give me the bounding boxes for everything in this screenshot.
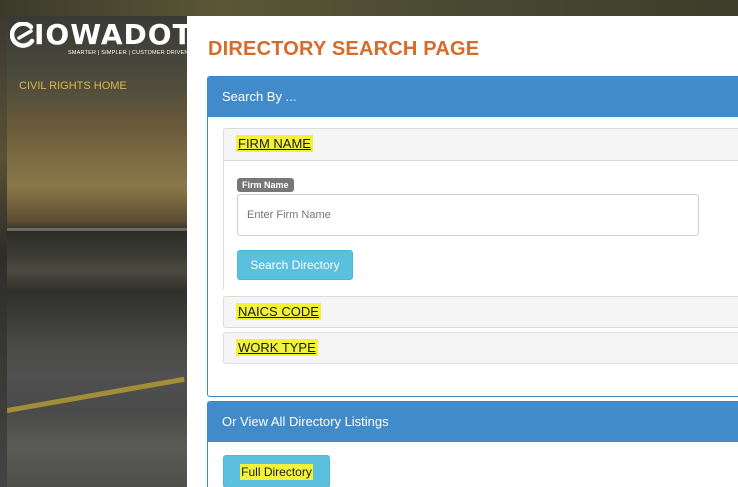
accordion-header-work-type[interactable]: WORK TYPE [224,333,738,363]
firm-name-toggle-link[interactable]: FIRM NAME [236,135,313,152]
firm-name-field-label: Firm Name [237,178,294,192]
accordion-work-type: WORK TYPE [223,332,738,364]
view-all-panel: Or View All Directory Listings Full Dire… [207,401,738,487]
logo-wordmark: IOWADOT [34,18,193,51]
work-type-toggle-link[interactable]: WORK TYPE [236,339,318,356]
page-title: DIRECTORY SEARCH PAGE [208,38,480,60]
accordion-naics-code: NAICS CODE [223,296,738,328]
search-by-heading: Search By ... [208,77,738,117]
accordion-firm-name: FIRM NAME Firm Name Search Directory [223,128,738,291]
road-edge-graphic [7,228,187,231]
full-directory-button-label: Full Directory [240,463,313,480]
accordion-header-naics-code[interactable]: NAICS CODE [224,297,738,327]
logo-swoosh-icon [10,22,35,48]
logo-tagline: SMARTER | SIMPLER | CUSTOMER DRIVEN [68,50,189,56]
full-directory-button[interactable]: Full Directory [223,455,330,487]
search-by-panel: Search By ... FIRM NAME Firm Name Search… [207,76,738,397]
main-content: DIRECTORY SEARCH PAGE Search By ... FIRM… [207,16,738,487]
firm-name-input[interactable] [237,194,699,236]
accordion-header-firm-name[interactable]: FIRM NAME [224,129,738,159]
iowa-dot-logo[interactable]: IOWADOT SMARTER | SIMPLER | CUSTOMER DRI… [10,19,192,59]
left-edge-background [0,16,7,487]
road-line-graphic [7,376,185,413]
search-directory-button[interactable]: Search Directory [237,250,353,280]
naics-code-toggle-link[interactable]: NAICS CODE [236,303,321,320]
sidebar-item-civil-rights-home[interactable]: CIVIL RIGHTS HOME [19,80,127,92]
firm-name-accordion-body: Firm Name Search Directory [224,160,738,291]
header-background-strip [0,0,738,16]
view-all-heading: Or View All Directory Listings [208,402,738,442]
